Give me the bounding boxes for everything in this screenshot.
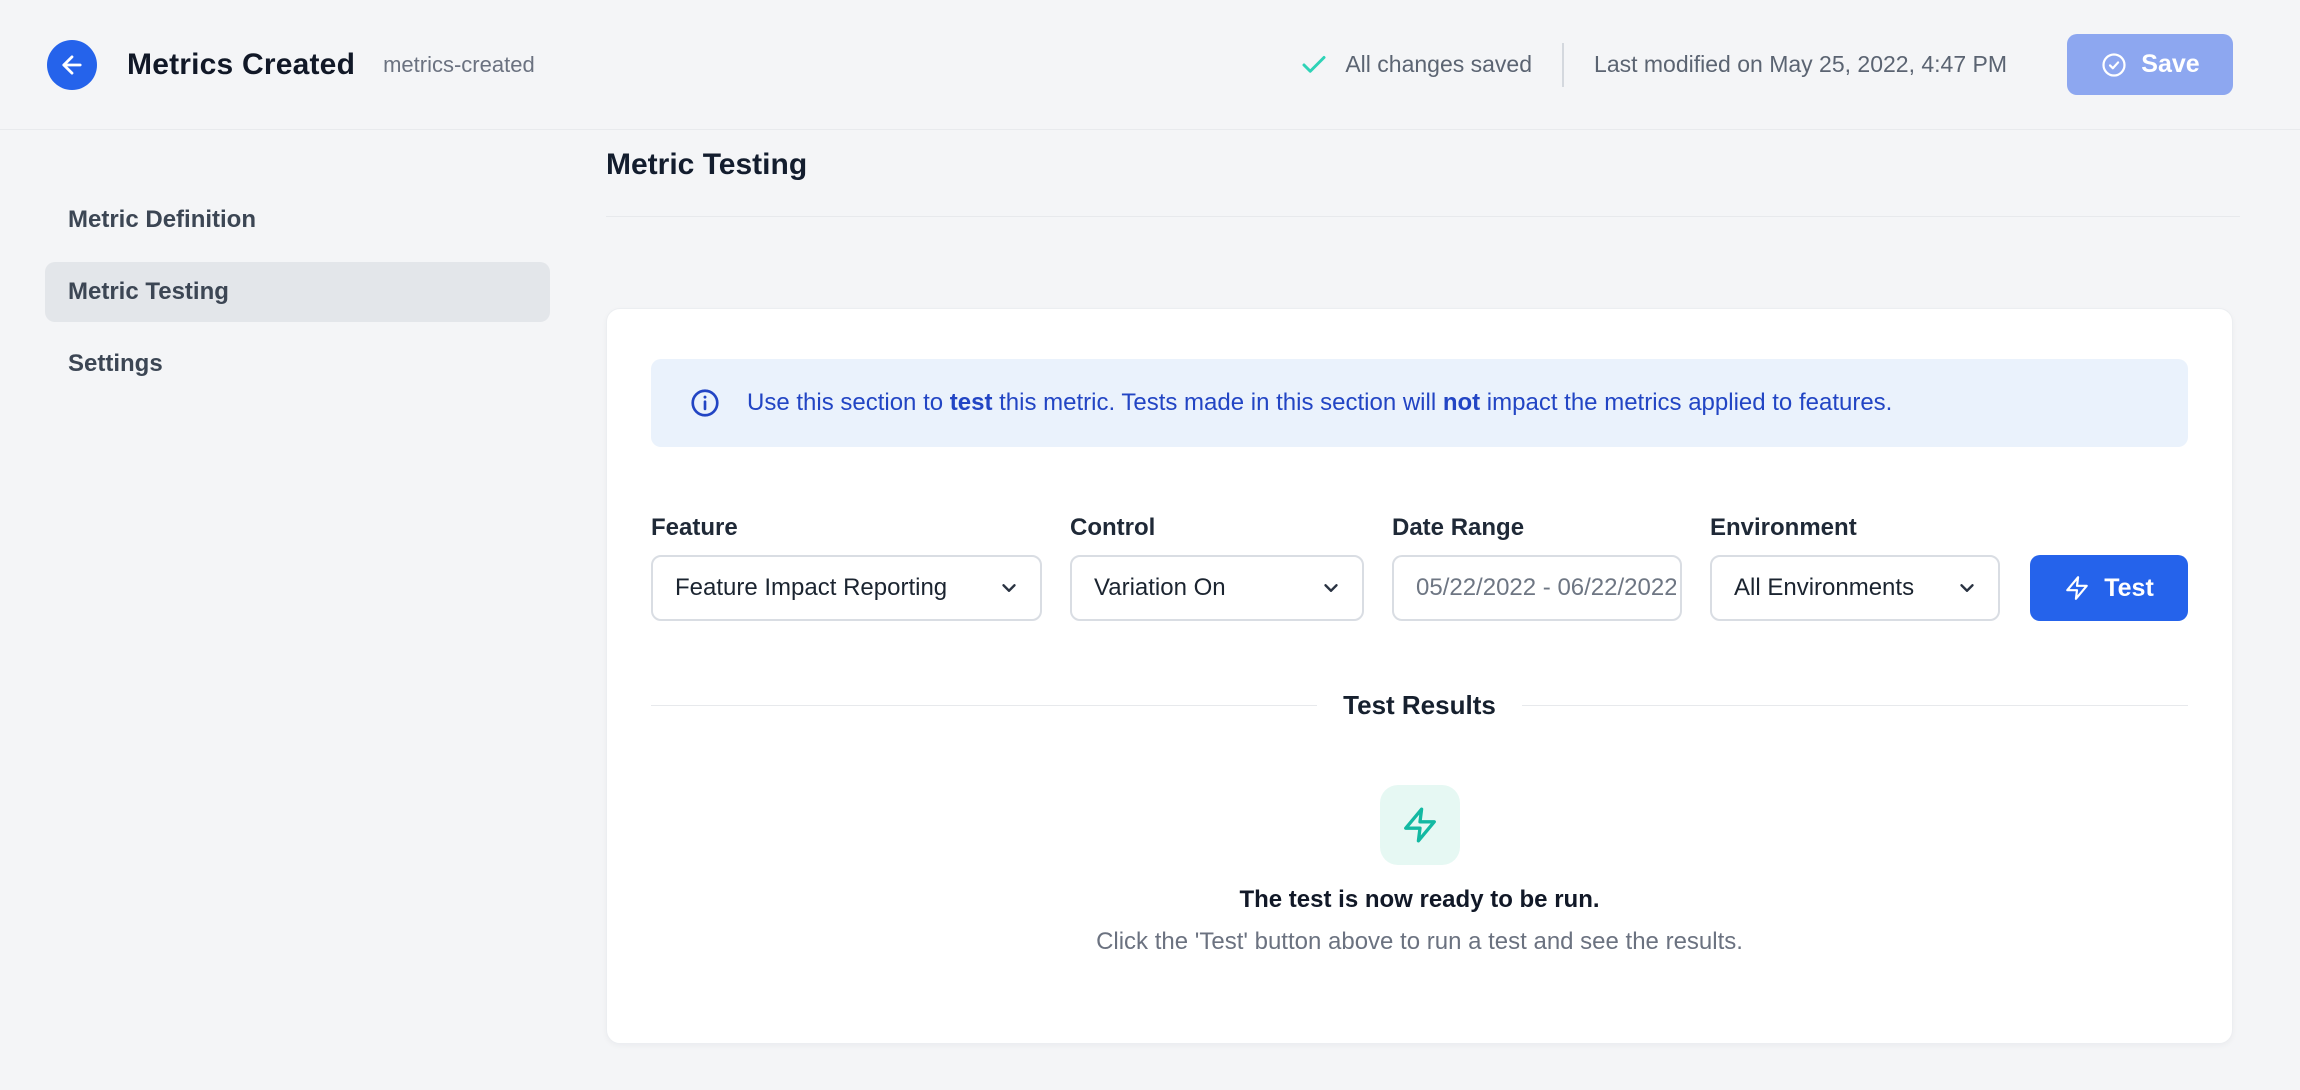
metric-testing-card: Use this section to test this metric. Te… — [606, 308, 2233, 1044]
environment-field: Environment All Environments — [1710, 513, 2000, 621]
sidebar-item-metric-testing[interactable]: Metric Testing — [45, 262, 550, 322]
header-divider — [1562, 43, 1564, 87]
header-status-group: All changes saved Last modified on May 2… — [1299, 34, 2233, 95]
feature-field: Feature Feature Impact Reporting — [651, 513, 1042, 621]
check-circle-icon — [2100, 51, 2128, 79]
metric-key: metrics-created — [383, 52, 535, 78]
run-test-button-label: Test — [2104, 574, 2154, 603]
feature-label: Feature — [651, 513, 1042, 543]
sidebar-item-label: Settings — [68, 350, 163, 378]
ready-subtitle: Click the 'Test' button above to run a t… — [1096, 927, 1743, 957]
last-modified-text: Last modified on May 25, 2022, 4:47 PM — [1594, 51, 2007, 78]
sidebar-item-metric-definition[interactable]: Metric Definition — [45, 190, 550, 250]
save-button[interactable]: Save — [2067, 34, 2233, 95]
back-button[interactable] — [47, 40, 97, 90]
date-range-label: Date Range — [1392, 513, 1682, 543]
chevron-down-icon — [1956, 577, 1978, 599]
banner-segment-bold: not — [1443, 389, 1480, 416]
test-results-heading: Test Results — [1343, 689, 1496, 721]
chevron-down-icon — [998, 577, 1020, 599]
run-test-button[interactable]: Test — [2030, 555, 2188, 621]
arrow-left-icon — [58, 51, 86, 79]
section-heading: Metric Testing — [606, 142, 2240, 188]
lightning-bolt-icon — [1401, 806, 1439, 844]
sidebar-item-label: Metric Definition — [68, 206, 256, 234]
environment-select[interactable]: All Environments — [1710, 555, 2000, 621]
control-field: Control Variation On — [1070, 513, 1364, 621]
banner-segment: this metric. Tests made in this section … — [992, 389, 1442, 416]
test-ready-empty-state: The test is now ready to be run. Click t… — [651, 721, 2188, 957]
page-title: Metrics Created — [127, 48, 355, 82]
save-button-label: Save — [2141, 50, 2199, 79]
chevron-down-icon — [1320, 577, 1342, 599]
environment-label: Environment — [1710, 513, 2000, 543]
divider-line — [1522, 705, 2188, 706]
saved-status-text: All changes saved — [1345, 51, 1532, 78]
sidebar-item-settings[interactable]: Settings — [45, 334, 550, 394]
banner-segment: impact the metrics applied to features. — [1480, 389, 1892, 416]
date-range-field: Date Range — [1392, 513, 1682, 621]
sidebar-item-label: Metric Testing — [68, 278, 229, 306]
empty-state-tile — [1380, 785, 1460, 865]
divider-line — [651, 705, 1317, 706]
main-content: Metric Testing Use this section to test … — [606, 130, 2240, 1044]
control-select[interactable]: Variation On — [1070, 555, 1364, 621]
check-icon — [1299, 50, 1329, 80]
top-bar: Metrics Created metrics-created All chan… — [0, 0, 2300, 130]
heading-divider — [606, 216, 2240, 217]
feature-select[interactable]: Feature Impact Reporting — [651, 555, 1042, 621]
ready-title: The test is now ready to be run. — [1239, 885, 1599, 915]
test-results-divider: Test Results — [651, 689, 2188, 721]
feature-select-value: Feature Impact Reporting — [675, 574, 947, 602]
banner-segment-bold: test — [950, 389, 993, 416]
section-nav: Metric Definition Metric Testing Setting… — [45, 190, 550, 394]
control-select-value: Variation On — [1094, 574, 1226, 602]
info-banner: Use this section to test this metric. Te… — [651, 359, 2188, 447]
control-label: Control — [1070, 513, 1364, 543]
date-range-input[interactable] — [1392, 555, 1682, 621]
lightning-bolt-icon — [2064, 575, 2090, 601]
info-banner-text: Use this section to test this metric. Te… — [747, 389, 1892, 417]
test-config-row: Feature Feature Impact Reporting Control… — [651, 513, 2188, 621]
info-circle-icon — [689, 387, 721, 419]
environment-select-value: All Environments — [1734, 574, 1914, 602]
banner-segment: Use this section to — [747, 389, 950, 416]
